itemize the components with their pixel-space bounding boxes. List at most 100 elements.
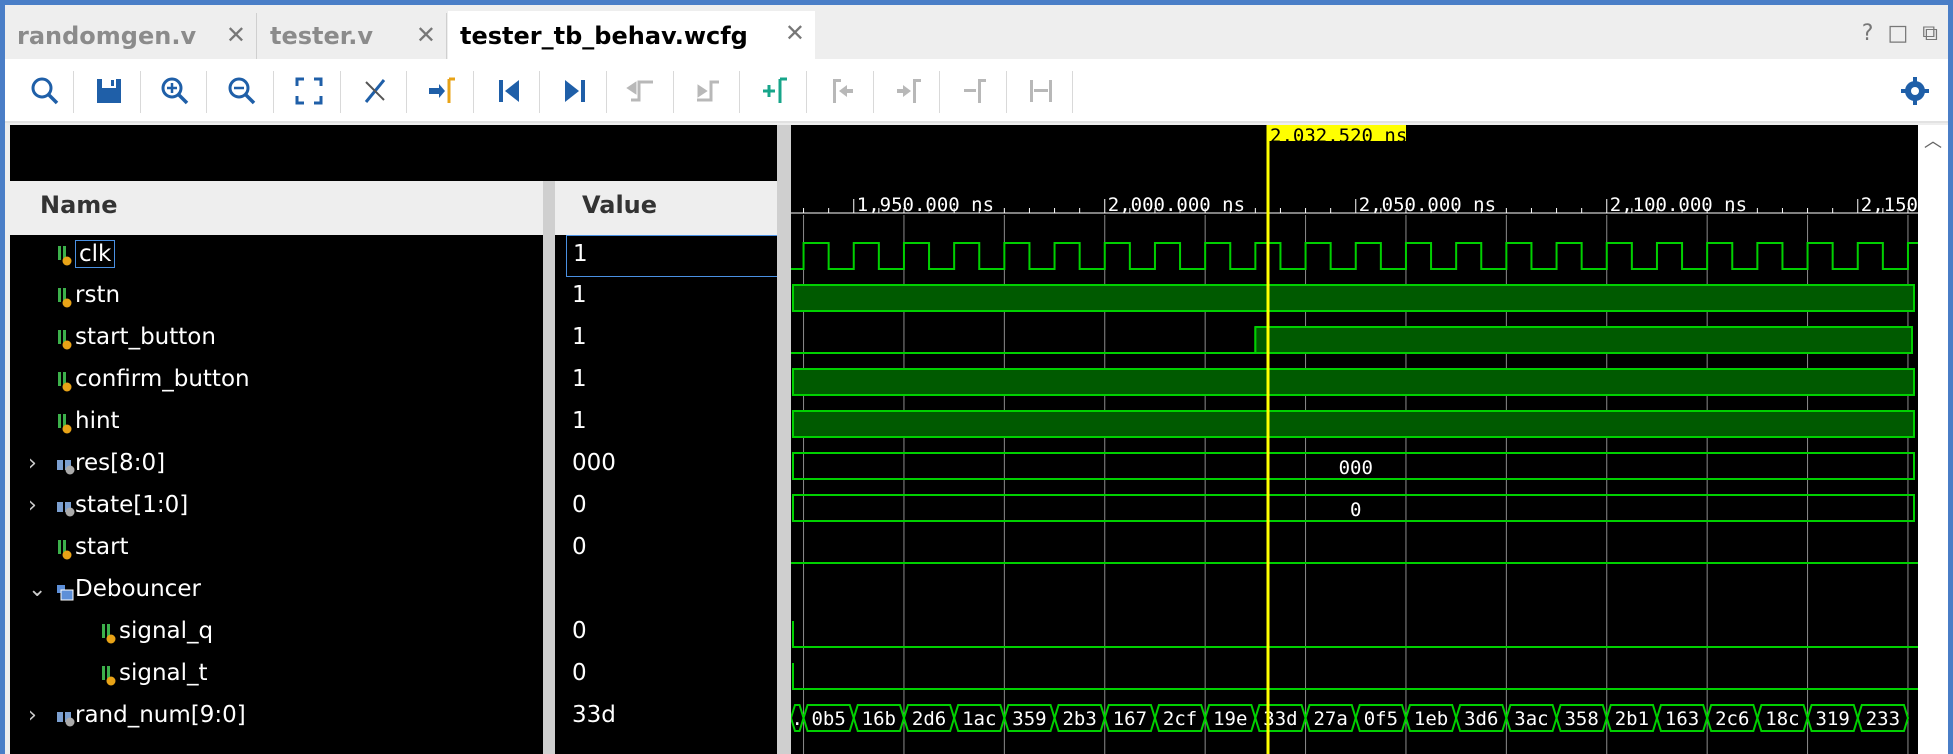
zoom-fit-icon[interactable]: [287, 69, 331, 113]
signal-name: signal_t: [119, 660, 208, 686]
signal-name: rand_num[9:0]: [75, 702, 246, 728]
maximize-icon[interactable]: □: [1887, 21, 1908, 46]
signal-bit-icon: [56, 539, 74, 561]
chevron-right-icon[interactable]: ›: [28, 451, 37, 476]
value-column-header[interactable]: Value: [582, 191, 657, 219]
close-icon[interactable]: ✕: [226, 21, 246, 49]
zoom-in-icon[interactable]: [153, 69, 197, 113]
signal-row-start_button[interactable]: start_button: [10, 319, 543, 361]
signal-row-clk[interactable]: clk: [10, 235, 543, 277]
cursor-label: 2,032.520 ns: [1270, 125, 1407, 147]
signal-value: 1: [572, 366, 587, 392]
signal-value: 33d: [572, 702, 616, 728]
signal-value-cell[interactable]: [566, 571, 787, 613]
help-icon[interactable]: ?: [1862, 21, 1874, 46]
signal-value-cell[interactable]: 0: [566, 529, 787, 571]
rand-num-value: 2c6: [1715, 708, 1749, 730]
timeline-label: 2,000.000 ns: [1108, 194, 1245, 216]
signal-value: 000: [572, 450, 616, 476]
chevron-right-icon[interactable]: ›: [28, 493, 37, 518]
panel-splitter[interactable]: [777, 125, 791, 754]
signal-row-start[interactable]: start: [10, 529, 543, 571]
tab-tester[interactable]: tester.v ✕: [258, 13, 447, 59]
rand-num-value: 2b3: [1062, 708, 1096, 730]
restore-icon[interactable]: ⧉: [1922, 21, 1938, 46]
signal-bit-icon: [100, 665, 118, 687]
chevron-right-icon[interactable]: ›: [28, 703, 37, 728]
signal-value-cell[interactable]: 1: [566, 319, 787, 361]
signal-row-state10[interactable]: › state[1:0]: [10, 487, 543, 529]
editor-tab-bar: randomgen.v ✕ tester.v ✕ tester_tb_behav…: [5, 5, 1948, 61]
high-level-waveform: [792, 284, 1915, 312]
previous-transition-icon: [620, 69, 664, 113]
column-divider[interactable]: [543, 181, 555, 754]
next-marker-icon: [886, 69, 930, 113]
signal-row-debouncer[interactable]: ⌄ Debouncer: [10, 571, 543, 613]
signal-value-cell[interactable]: 1: [566, 235, 787, 277]
rand-num-value: 1eb: [1414, 708, 1448, 730]
vertical-scrollbar[interactable]: ︿: [1918, 125, 1948, 754]
settings-gear-icon[interactable]: [1893, 69, 1937, 113]
signal-row-signal_q[interactable]: signal_q: [10, 613, 543, 655]
cursor-snap-icon[interactable]: [353, 69, 397, 113]
signal-name: start_button: [75, 324, 216, 350]
signal-bit-icon: [56, 371, 74, 393]
swap-cursors-icon: [953, 69, 997, 113]
signal-row-hint[interactable]: hint: [10, 403, 543, 445]
rand-num-value: 319: [1815, 708, 1849, 730]
go-to-last-time-icon[interactable]: [553, 69, 597, 113]
rand-num-value: 3ac: [1514, 708, 1548, 730]
signal-value-cell[interactable]: 000: [566, 445, 787, 487]
high-level-waveform: [792, 410, 1915, 438]
debouncer-signal-waveform: [792, 663, 1918, 690]
signal-value-cell[interactable]: 0: [566, 487, 787, 529]
go-to-time-zero-icon[interactable]: [487, 69, 531, 113]
rand-num-value: 2d6: [912, 708, 946, 730]
timeline-label: 1,950.000 ns: [857, 194, 994, 216]
signal-name: signal_q: [119, 618, 214, 644]
search-icon[interactable]: [23, 69, 67, 113]
rand-num-value: 0b5: [811, 708, 845, 730]
signal-value-cell[interactable]: 1: [566, 277, 787, 319]
close-icon[interactable]: ✕: [416, 21, 436, 49]
rand-num-value: 0f5: [1364, 708, 1398, 730]
cursor-delta-icon: [1019, 69, 1063, 113]
signal-value: 1: [572, 408, 587, 434]
rand-num-value: 2b1: [1615, 708, 1649, 730]
signal-row-rand_num90[interactable]: › rand_num[9:0]: [10, 697, 543, 739]
signal-row-rstn[interactable]: rstn: [10, 277, 543, 319]
signal-value-cell[interactable]: 1: [566, 403, 787, 445]
signal-value-cell[interactable]: 33d: [566, 697, 787, 739]
signal-row-signal_t[interactable]: signal_t: [10, 655, 543, 697]
name-column-header[interactable]: Name: [40, 191, 118, 219]
add-marker-icon[interactable]: [753, 69, 797, 113]
tab-tester-tb-behav[interactable]: tester_tb_behav.wcfg ✕: [448, 11, 815, 61]
signal-row-confirm_button[interactable]: confirm_button: [10, 361, 543, 403]
signal-row-res80[interactable]: › res[8:0]: [10, 445, 543, 487]
signal-bus-icon: [56, 707, 75, 729]
signal-name: state[1:0]: [75, 492, 189, 518]
signal-value-cell[interactable]: 1: [566, 361, 787, 403]
close-icon[interactable]: ✕: [785, 19, 805, 47]
chevron-down-icon[interactable]: ⌄: [28, 577, 46, 602]
rand-num-value: 18c: [1765, 708, 1799, 730]
signal-value: 1: [572, 324, 587, 350]
signal-bit-icon: [56, 287, 74, 309]
scroll-up-icon[interactable]: ︿: [1924, 127, 1942, 153]
waveform-canvas[interactable]: 1,950.000 ns 2,000.000 ns 2,050.000 ns 2,10…: [791, 125, 1918, 754]
go-to-cursor-icon[interactable]: [420, 69, 464, 113]
rand-num-value: 1ac: [962, 708, 996, 730]
rand-num-value: 358: [1564, 708, 1598, 730]
signal-name: clk: [75, 240, 116, 268]
signal-name: res[8:0]: [75, 450, 166, 476]
tab-randomgen[interactable]: randomgen.v ✕: [5, 13, 257, 59]
bus-value-label: 000: [1339, 457, 1373, 479]
tab-label: randomgen.v: [17, 22, 197, 50]
signal-value-cell[interactable]: 0: [566, 655, 787, 697]
rand-num-value: .: [792, 708, 803, 730]
zoom-out-icon[interactable]: [220, 69, 264, 113]
signal-bus-icon: [56, 497, 75, 519]
save-icon[interactable]: [87, 69, 131, 113]
previous-marker-icon: [820, 69, 864, 113]
signal-value-cell[interactable]: 0: [566, 613, 787, 655]
